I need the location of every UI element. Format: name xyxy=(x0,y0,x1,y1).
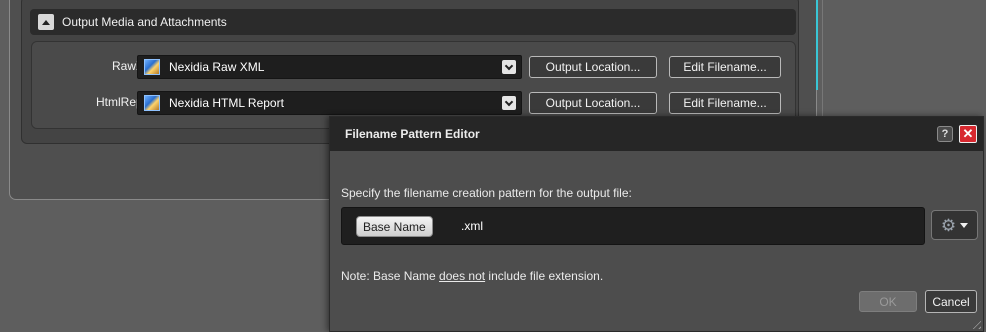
note-prefix: Note: Base Name xyxy=(341,269,440,283)
output-row-htmlreport: HtmlReport: Nexidia HTML Report Output L… xyxy=(31,91,791,115)
chevron-down-icon[interactable] xyxy=(502,96,516,110)
collapse-up-icon[interactable] xyxy=(38,14,54,30)
media-select-value: Nexidia Raw XML xyxy=(169,60,265,74)
close-icon[interactable]: ✕ xyxy=(959,125,977,143)
edit-filename-button[interactable]: Edit Filename... xyxy=(669,56,781,78)
filename-pattern-input[interactable]: Base Name .xml xyxy=(341,207,925,245)
cancel-button[interactable]: Cancel xyxy=(925,290,977,313)
dialog-title: Filename Pattern Editor xyxy=(345,127,480,141)
ok-button[interactable]: OK xyxy=(859,291,917,312)
help-icon[interactable]: ? xyxy=(937,126,953,142)
note-emphasis: does not xyxy=(439,269,486,283)
insert-token-menu-button[interactable]: ⚙ xyxy=(931,210,978,240)
instruction-text: Specify the filename creation pattern fo… xyxy=(341,186,632,200)
pattern-suffix: .xml xyxy=(461,219,483,233)
filename-pattern-dialog: Filename Pattern Editor ? ✕ Specify the … xyxy=(329,116,984,332)
base-name-token[interactable]: Base Name xyxy=(356,216,433,237)
media-type-icon xyxy=(144,95,160,111)
output-location-button[interactable]: Output Location... xyxy=(529,56,657,78)
resize-grip[interactable] xyxy=(969,317,981,329)
media-select-value: Nexidia HTML Report xyxy=(169,96,284,110)
media-type-icon xyxy=(144,59,160,75)
section-title: Output Media and Attachments xyxy=(62,15,227,29)
gear-icon: ⚙ xyxy=(940,215,957,235)
media-select[interactable]: Nexidia HTML Report xyxy=(137,91,522,115)
chevron-down-icon[interactable] xyxy=(502,60,516,74)
section-header[interactable]: Output Media and Attachments xyxy=(30,9,796,35)
note-text: Note: Base Name does not include file ex… xyxy=(341,269,603,283)
focus-accent-line xyxy=(816,0,818,90)
output-location-button[interactable]: Output Location... xyxy=(529,92,657,114)
media-select[interactable]: Nexidia Raw XML xyxy=(137,55,522,79)
dialog-titlebar[interactable]: Filename Pattern Editor ? ✕ xyxy=(330,117,983,151)
caret-down-icon xyxy=(960,222,969,228)
edit-filename-button[interactable]: Edit Filename... xyxy=(669,92,781,114)
note-suffix: include file extension. xyxy=(485,269,604,283)
output-row-rawxml: RawXml: Nexidia Raw XML Output Location.… xyxy=(31,55,791,79)
